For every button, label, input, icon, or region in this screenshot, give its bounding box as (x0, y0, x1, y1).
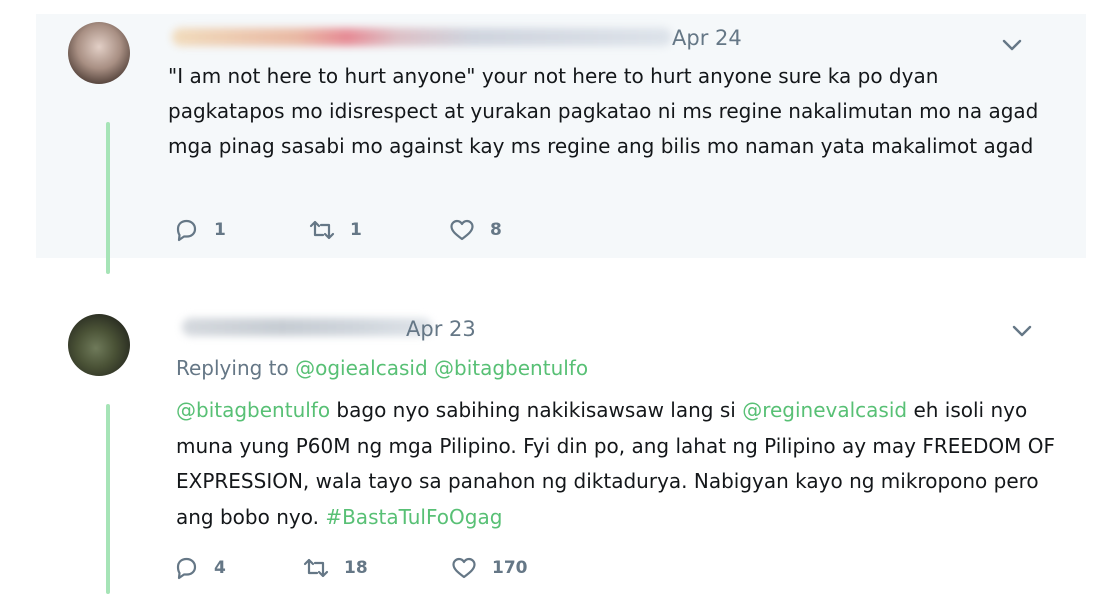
replying-to-label: Replying to (176, 356, 289, 380)
chevron-down-icon[interactable] (1000, 36, 1024, 54)
heart-icon (450, 219, 474, 241)
thread-line (106, 122, 110, 274)
like-count: 8 (490, 220, 502, 240)
reply-count: 1 (214, 220, 226, 240)
reply-icon (176, 557, 197, 580)
retweet-icon (303, 558, 329, 578)
tweet-1[interactable]: Apr 24 "I am not here to hurt anyone" yo… (36, 14, 1086, 274)
mention-link[interactable]: @reginevalcasid (742, 398, 907, 422)
reply-button[interactable]: 1 (172, 218, 308, 242)
reply-button[interactable]: 4 (172, 556, 302, 580)
like-button[interactable]: 170 (450, 556, 528, 580)
chevron-down-icon[interactable] (1010, 322, 1034, 340)
hashtag-link[interactable]: #BastaTulFoOgag (325, 505, 502, 529)
heart-icon (452, 557, 476, 579)
mention-link[interactable]: @bitagbentulfo (176, 398, 330, 422)
tweet-text: @bitagbentulfo bago nyo sabihing nakikis… (176, 393, 1076, 535)
blurred-username[interactable] (172, 28, 672, 46)
tweet-actions: 1 1 8 (172, 218, 502, 242)
blurred-username[interactable] (182, 318, 432, 336)
tweet-text: "I am not here to hurt anyone" your not … (168, 64, 1039, 158)
like-count: 170 (492, 558, 528, 578)
avatar[interactable] (68, 22, 130, 84)
reply-count: 4 (214, 558, 226, 578)
tweet-2[interactable]: Apr 23 Replying to @ogiealcasid @bitagbe… (36, 300, 1086, 610)
retweet-button[interactable]: 18 (302, 556, 450, 580)
reply-icon (176, 219, 197, 242)
mention-link[interactable]: @ogiealcasid (295, 356, 428, 380)
thread-line (106, 404, 110, 594)
tweet-actions: 4 18 170 (172, 556, 528, 580)
text-segment: bago nyo sabihing nakikisawsaw lang si (330, 398, 743, 422)
tweet-date[interactable]: Apr 24 (672, 26, 742, 50)
tweet-date[interactable]: Apr 23 (406, 317, 476, 341)
retweet-button[interactable]: 1 (308, 218, 448, 242)
retweet-icon (309, 220, 335, 240)
like-button[interactable]: 8 (448, 218, 502, 242)
retweet-count: 18 (344, 558, 368, 578)
mention-link[interactable]: @bitagbentulfo (434, 356, 588, 380)
retweet-count: 1 (350, 220, 362, 240)
avatar[interactable] (68, 314, 130, 376)
replying-to: Replying to @ogiealcasid @bitagbentulfo (176, 356, 588, 380)
